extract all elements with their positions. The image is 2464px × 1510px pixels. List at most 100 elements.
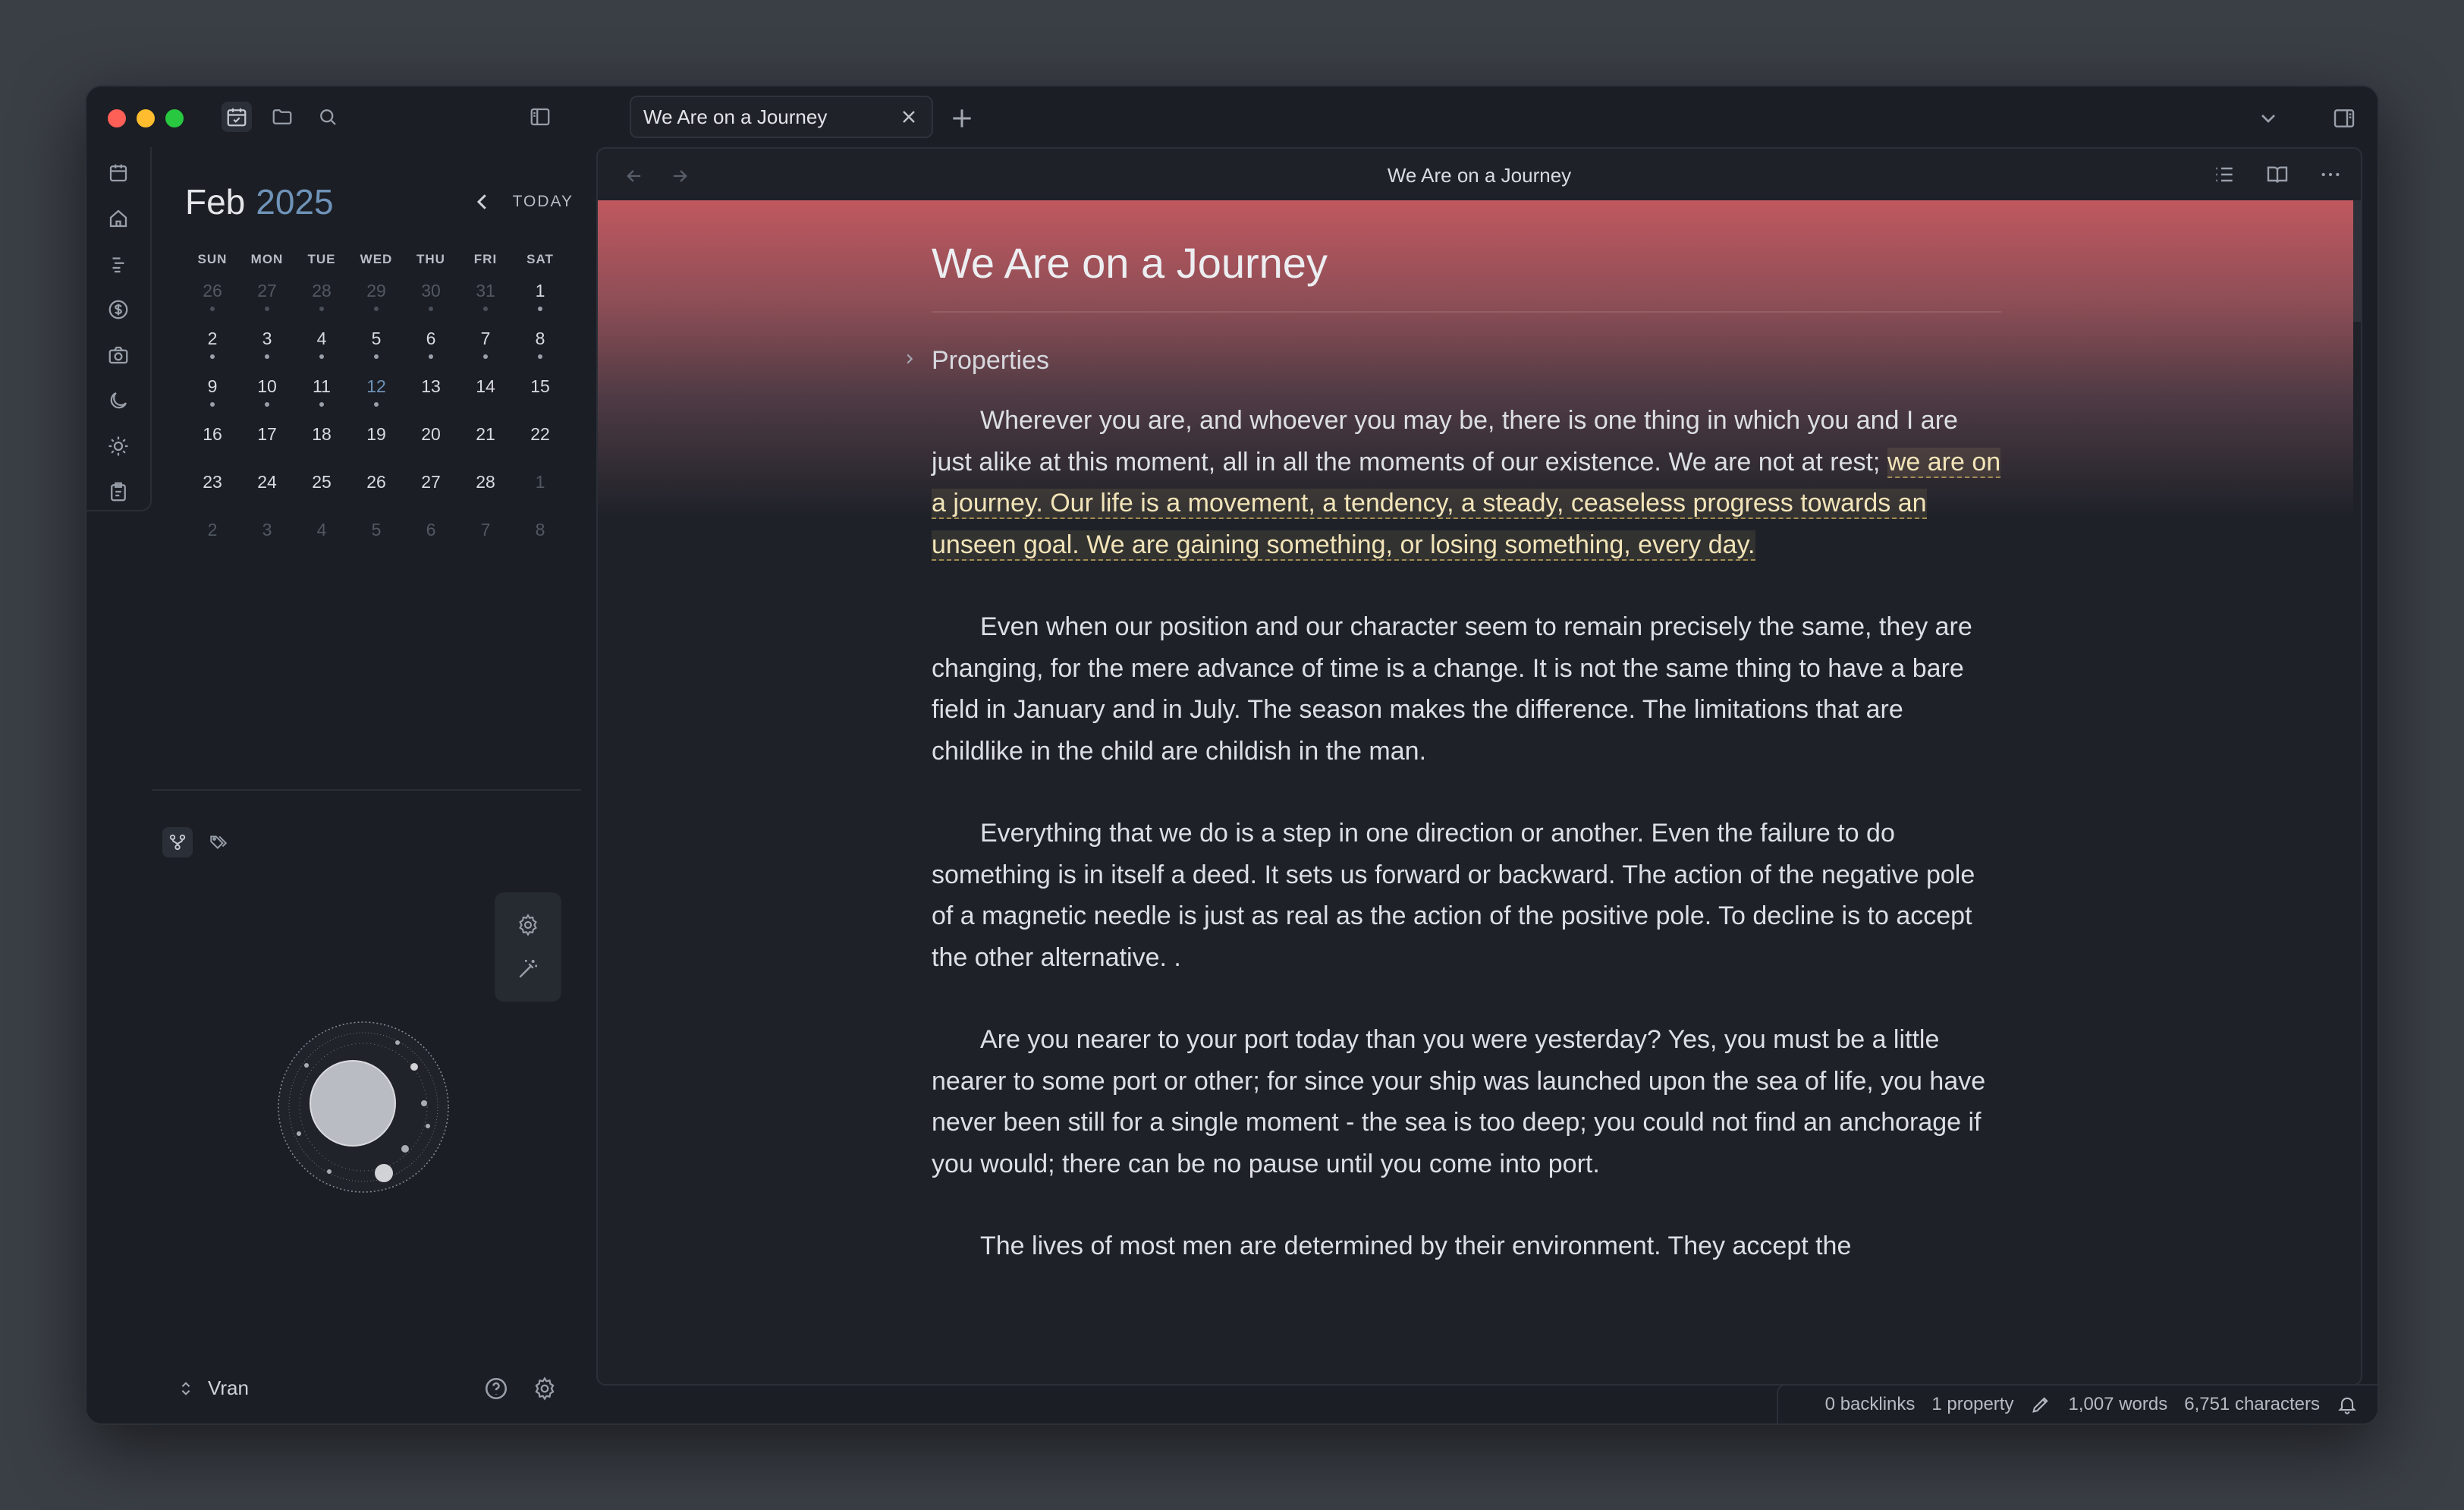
calendar-day[interactable]: 16 bbox=[185, 424, 240, 472]
tags-tab[interactable] bbox=[203, 827, 234, 857]
sun-icon bbox=[108, 436, 128, 456]
new-tab-button[interactable] bbox=[947, 103, 977, 134]
calendar-day[interactable]: 3 bbox=[240, 329, 294, 376]
calendar-day-number: 31 bbox=[476, 281, 495, 300]
calendar-day[interactable]: 14 bbox=[458, 376, 513, 424]
calendar-day[interactable]: 3 bbox=[240, 520, 294, 568]
sidebar-divider bbox=[152, 789, 581, 791]
calendar-day[interactable]: 28 bbox=[294, 281, 349, 329]
status-bar: 0 backlinks 1 property 1,007 words 6,751… bbox=[1776, 1384, 2378, 1423]
zoom-window-button[interactable] bbox=[165, 109, 184, 127]
calendar-day[interactable]: 24 bbox=[240, 472, 294, 520]
calendar-day[interactable]: 21 bbox=[458, 424, 513, 472]
graph-view-tab[interactable] bbox=[162, 827, 193, 857]
ribbon-home[interactable] bbox=[103, 203, 134, 234]
more-options-button[interactable] bbox=[2315, 159, 2346, 190]
editor-scrollbar[interactable] bbox=[2353, 200, 2361, 322]
reading-view-button[interactable] bbox=[2262, 159, 2293, 190]
ribbon-finance[interactable] bbox=[103, 294, 134, 325]
note-title[interactable]: We Are on a Journey bbox=[932, 200, 2001, 313]
calendar-day[interactable]: 20 bbox=[404, 424, 458, 472]
graph-settings-button[interactable] bbox=[513, 910, 543, 940]
calendar-day[interactable]: 26 bbox=[349, 472, 404, 520]
close-icon[interactable] bbox=[898, 106, 919, 127]
properties-toggle[interactable]: Properties bbox=[907, 346, 2001, 376]
calendar-day[interactable]: 28 bbox=[458, 472, 513, 520]
outline-button[interactable] bbox=[2209, 159, 2239, 190]
settings-button[interactable] bbox=[530, 1373, 560, 1404]
calendar-day[interactable]: 2 bbox=[185, 520, 240, 568]
calendar-day[interactable]: 6 bbox=[404, 329, 458, 376]
calendar-day[interactable]: 17 bbox=[240, 424, 294, 472]
calendar-day[interactable]: 4 bbox=[294, 520, 349, 568]
calendar-day[interactable]: 2 bbox=[185, 329, 240, 376]
calendar-day-number: 20 bbox=[421, 424, 441, 444]
dollar-circle-icon bbox=[108, 300, 128, 319]
calendar-day[interactable]: 23 bbox=[185, 472, 240, 520]
calendar-day[interactable]: 13 bbox=[404, 376, 458, 424]
file-explorer-button[interactable] bbox=[267, 102, 297, 132]
calendar-day[interactable]: 29 bbox=[349, 281, 404, 329]
ribbon-light-mode[interactable] bbox=[103, 431, 134, 461]
today-button[interactable]: TODAY bbox=[513, 193, 574, 211]
ribbon-dark-mode[interactable] bbox=[103, 385, 134, 416]
calendar-day[interactable]: 7 bbox=[458, 520, 513, 568]
git-fork-icon bbox=[169, 834, 186, 851]
calendar-day[interactable]: 5 bbox=[349, 329, 404, 376]
magic-wand-icon bbox=[519, 960, 537, 978]
calendar-day[interactable]: 5 bbox=[349, 520, 404, 568]
calendar-day[interactable]: 25 bbox=[294, 472, 349, 520]
help-button[interactable] bbox=[481, 1373, 511, 1404]
tab-list-dropdown[interactable] bbox=[2253, 103, 2283, 134]
calendar-day[interactable]: 9 bbox=[185, 376, 240, 424]
calendar-view-button[interactable] bbox=[222, 102, 252, 132]
calendar-day[interactable]: 8 bbox=[513, 329, 567, 376]
calendar-day[interactable]: 4 bbox=[294, 329, 349, 376]
note-indicator-dot bbox=[319, 354, 324, 359]
vault-switcher[interactable]: Vran bbox=[178, 1376, 249, 1400]
previous-month-button[interactable] bbox=[469, 188, 496, 215]
calendar-day[interactable]: 18 bbox=[294, 424, 349, 472]
calendar-day[interactable]: 8 bbox=[513, 520, 567, 568]
calendar-day[interactable]: 19 bbox=[349, 424, 404, 472]
toggle-right-sidebar-button[interactable] bbox=[2329, 103, 2359, 134]
calendar-day[interactable]: 6 bbox=[404, 520, 458, 568]
calendar-day[interactable]: 22 bbox=[513, 424, 567, 472]
properties-count[interactable]: 1 property bbox=[1931, 1394, 2013, 1415]
calendar-day[interactable]: 1 bbox=[513, 472, 567, 520]
ribbon-outline[interactable] bbox=[103, 249, 134, 279]
note-indicator-dot bbox=[319, 402, 324, 407]
calendar-day[interactable]: 26 bbox=[185, 281, 240, 329]
ribbon-camera[interactable] bbox=[103, 340, 134, 370]
bell-icon[interactable] bbox=[2337, 1394, 2358, 1415]
note-indicator-dot bbox=[483, 307, 488, 311]
graph-view-canvas[interactable] bbox=[276, 1020, 451, 1194]
calendar-grid: SUN MON TUE WED THU FRI SAT 26 27 28 29 30 31 1 2 3 4 5 6 7… bbox=[185, 252, 663, 568]
ribbon-daily-note[interactable] bbox=[103, 158, 134, 188]
backlinks-count[interactable]: 0 backlinks bbox=[1825, 1394, 1916, 1415]
ribbon-clipboard[interactable] bbox=[103, 477, 134, 507]
calendar-day[interactable]: 1 bbox=[513, 281, 567, 329]
calendar-day[interactable]: 30 bbox=[404, 281, 458, 329]
note-content[interactable]: We Are on a Journey Properties Wherever … bbox=[907, 200, 2001, 1267]
note-indicator-dot bbox=[210, 307, 215, 311]
calendar-day-number: 13 bbox=[421, 376, 441, 396]
search-icon bbox=[320, 109, 336, 125]
calendar-day[interactable]: 15 bbox=[513, 376, 567, 424]
calendar-day[interactable]: 7 bbox=[458, 329, 513, 376]
calendar-day[interactable]: 31 bbox=[458, 281, 513, 329]
calendar-day[interactable]: 27 bbox=[404, 472, 458, 520]
calendar-day[interactable]: 11 bbox=[294, 376, 349, 424]
calendar-day-number: 8 bbox=[535, 329, 545, 348]
view-title[interactable]: We Are on a Journey bbox=[598, 164, 2361, 187]
toggle-left-sidebar-button[interactable] bbox=[525, 102, 555, 132]
close-window-button[interactable] bbox=[108, 109, 126, 127]
minimize-window-button[interactable] bbox=[137, 109, 155, 127]
search-button[interactable] bbox=[313, 102, 343, 132]
pencil-icon[interactable] bbox=[2030, 1394, 2051, 1415]
calendar-day[interactable]: 27 bbox=[240, 281, 294, 329]
calendar-day[interactable]: 10 bbox=[240, 376, 294, 424]
calendar-day-today[interactable]: 12 bbox=[349, 376, 404, 424]
graph-animate-button[interactable] bbox=[513, 954, 543, 984]
tab-we-are-on-a-journey[interactable]: We Are on a Journey bbox=[630, 96, 933, 138]
